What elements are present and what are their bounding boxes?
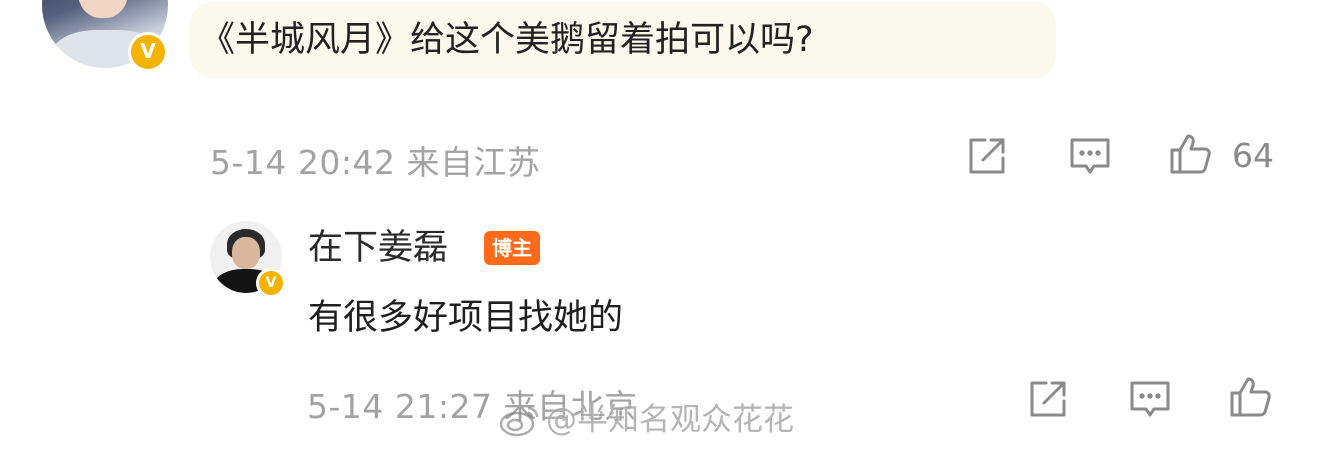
reply-text: 有很多好项目找她的 (308, 298, 624, 338)
blogger-badge: 博主 (484, 231, 540, 265)
verified-badge-icon: V (128, 32, 168, 72)
weibo-logo-icon (498, 402, 542, 438)
share-icon[interactable] (965, 134, 1009, 178)
replier-username[interactable]: 在下姜磊 (308, 226, 448, 270)
watermark-text: @半知名观众花花 (546, 402, 794, 438)
like-icon[interactable] (1168, 132, 1212, 176)
avatar-face (232, 237, 260, 269)
comment-icon[interactable] (1128, 377, 1172, 421)
comment-text: 《半城风月》给这个美鹅留着拍可以吗? (200, 20, 814, 60)
comment-icon[interactable] (1068, 134, 1112, 178)
comment-meta: 5-14 20:42 来自江苏 (210, 143, 541, 182)
share-icon[interactable] (1026, 377, 1070, 421)
like-icon[interactable] (1228, 375, 1272, 419)
watermark: @半知名观众花花 (498, 398, 794, 442)
verified-badge-icon: V (256, 268, 286, 298)
like-count: 64 (1232, 136, 1274, 175)
avatar-face (78, 0, 128, 18)
